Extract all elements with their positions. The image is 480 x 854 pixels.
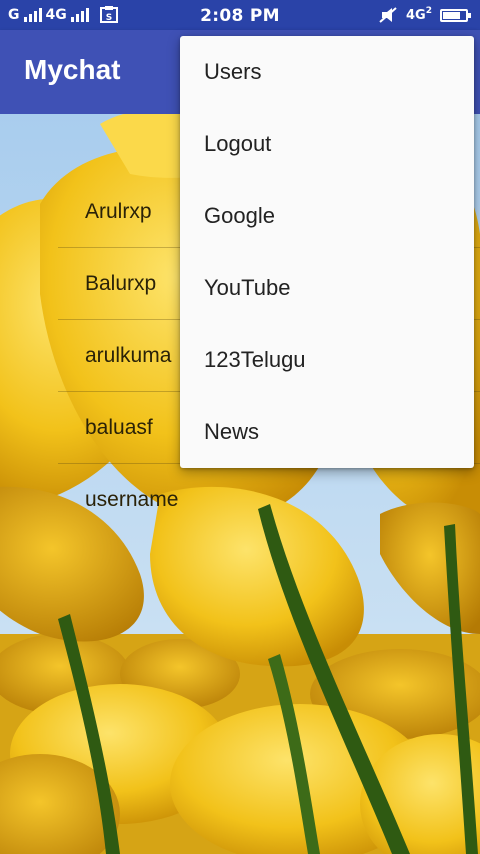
- menu-item-users[interactable]: Users: [180, 36, 474, 108]
- menu-item-youtube[interactable]: YouTube: [180, 252, 474, 324]
- user-name: Arulrxp: [85, 199, 152, 223]
- menu-item-logout[interactable]: Logout: [180, 108, 474, 180]
- battery-icon: [440, 8, 471, 22]
- user-name: username: [85, 488, 179, 511]
- user-name: arulkuma: [85, 343, 172, 367]
- vibrate-muted-icon: [379, 7, 397, 23]
- user-name: Balurxp: [85, 271, 157, 295]
- menu-item-google[interactable]: Google: [180, 180, 474, 252]
- menu-item-news[interactable]: News: [180, 396, 474, 468]
- user-name: baluasf: [85, 415, 153, 439]
- user-list-item[interactable]: username: [58, 464, 480, 536]
- status-bar-right: 4G 2: [378, 0, 471, 30]
- network-4g-indicator: 4G 2: [406, 5, 432, 23]
- app-title: Mychat: [24, 54, 121, 85]
- menu-item-123telugu[interactable]: 123Telugu: [180, 324, 474, 396]
- overflow-menu: Users Logout Google YouTube 123Telugu Ne…: [180, 36, 474, 468]
- status-bar: G 4G S 2:08 PM 4G 2: [0, 0, 480, 30]
